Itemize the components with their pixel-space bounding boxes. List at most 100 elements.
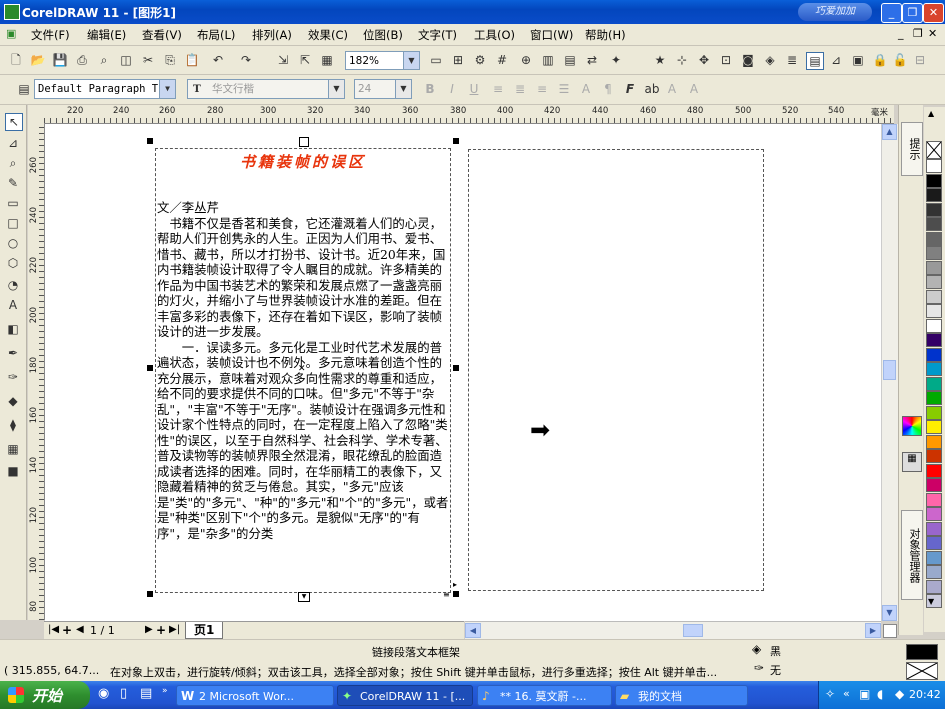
- drawing-canvas[interactable]: 书籍装帧的误区 文／李丛芹 书籍不仅是香茗和美食，它还灌溉着人们的心灵，帮助人们…: [45, 124, 881, 621]
- wizard-icon[interactable]: ✦: [608, 52, 624, 68]
- minimize-button[interactable]: _: [881, 3, 902, 23]
- color-swatch[interactable]: [926, 246, 942, 260]
- color-swatch[interactable]: [926, 275, 942, 289]
- color-swatch[interactable]: [926, 463, 942, 478]
- redo-icon[interactable]: ↷: [238, 52, 254, 68]
- blend-icon[interactable]: ◈: [762, 52, 778, 68]
- text-overflow-tab-icon[interactable]: ▼: [298, 592, 310, 602]
- favorites-icon[interactable]: ★: [652, 52, 668, 68]
- scroll-left-icon[interactable]: ◀: [465, 623, 481, 638]
- add-page-after-icon[interactable]: +: [156, 623, 166, 637]
- scroll-down-icon[interactable]: ▼: [882, 605, 897, 621]
- transform-icon[interactable]: ⇄: [584, 52, 600, 68]
- color-swatch[interactable]: [926, 507, 942, 521]
- color-swatch[interactable]: [926, 333, 942, 347]
- vertical-ruler[interactable]: 260 240 220 200 180 160 140 120 100 80: [28, 123, 45, 620]
- selection-handle[interactable]: [147, 138, 153, 144]
- document-icon[interactable]: ▣: [6, 27, 16, 40]
- color-swatch[interactable]: [926, 159, 942, 173]
- node-icon[interactable]: ⊿: [828, 52, 844, 68]
- grid-icon[interactable]: #: [494, 52, 510, 68]
- outline-tool-icon[interactable]: ✑: [5, 369, 21, 385]
- menu-help[interactable]: 帮助(H): [585, 27, 626, 43]
- color-swatch[interactable]: [926, 202, 942, 217]
- mdi-restore-icon[interactable]: ❐: [913, 27, 923, 40]
- basic-shapes-icon[interactable]: ◔: [5, 277, 21, 293]
- zoom-select[interactable]: 182% ▼: [345, 51, 420, 70]
- add-page-before-icon[interactable]: +: [62, 623, 72, 637]
- color-swatch[interactable]: [926, 449, 942, 463]
- horizontal-text-icon[interactable]: A: [686, 81, 702, 97]
- options-icon[interactable]: ⚙: [472, 52, 488, 68]
- start-button[interactable]: 开始: [0, 681, 90, 709]
- color-swatch[interactable]: [926, 565, 942, 579]
- volume-icon[interactable]: ◖: [877, 687, 883, 701]
- menu-file[interactable]: 文件(F): [31, 27, 70, 43]
- outline-swatch[interactable]: [906, 662, 938, 680]
- interactive-blend-icon[interactable]: ◧: [5, 321, 21, 337]
- publish-icon[interactable]: ◫: [118, 52, 134, 68]
- polygon-tool-icon[interactable]: ⬡: [5, 255, 21, 271]
- color-swatch[interactable]: [926, 550, 942, 565]
- pick-tool-icon[interactable]: ↖: [5, 113, 23, 131]
- page-tab[interactable]: 页1: [185, 622, 224, 639]
- mdi-close-icon[interactable]: ✕: [928, 27, 937, 40]
- selection-handle[interactable]: [453, 591, 459, 597]
- color-swatch[interactable]: [926, 420, 942, 434]
- bold-icon[interactable]: B: [422, 81, 438, 97]
- horizontal-scrollbar[interactable]: ◀ ▶: [465, 621, 881, 640]
- fill-tool-icon[interactable]: ◆: [5, 393, 21, 409]
- import-icon[interactable]: ⇲: [275, 52, 291, 68]
- font-select[interactable]: T 华文行楷 ▼: [187, 79, 345, 99]
- object-manager-icon[interactable]: ▣: [850, 52, 866, 68]
- style-select[interactable]: Default Paragraph T ▼: [34, 79, 176, 99]
- smart-fill-icon[interactable]: ▭: [5, 195, 21, 211]
- snap-icon[interactable]: ⊕: [518, 52, 534, 68]
- ruler-origin[interactable]: [28, 105, 45, 124]
- color-swatch[interactable]: [926, 217, 942, 231]
- text-tool-icon[interactable]: A: [5, 297, 21, 313]
- text-properties-icon[interactable]: ▤: [806, 52, 824, 70]
- top-tab-handle[interactable]: [299, 137, 309, 147]
- coreldraw-app-icon[interactable]: [4, 4, 20, 20]
- paste-icon[interactable]: 📋: [184, 52, 200, 68]
- menu-bitmaps[interactable]: 位图(B): [363, 27, 403, 43]
- unlock-icon[interactable]: 🔓: [892, 52, 908, 68]
- menu-tools[interactable]: 工具(O): [474, 27, 515, 43]
- taskbar-item-word[interactable]: W 2 Microsoft Wor...: [176, 685, 334, 706]
- print-icon[interactable]: ⎙: [74, 52, 90, 68]
- no-color-swatch[interactable]: [926, 141, 942, 159]
- close-button[interactable]: ✕: [923, 3, 944, 23]
- color-swatch[interactable]: [926, 231, 942, 246]
- taskbar-item-music[interactable]: ♪ ** 16. 莫文蔚 -...: [477, 685, 612, 706]
- security-icon[interactable]: ◆: [895, 687, 904, 701]
- open-icon[interactable]: 📂: [30, 52, 46, 68]
- color-swatch[interactable]: [926, 492, 942, 507]
- zoom-tool-icon[interactable]: ⌕: [5, 155, 21, 171]
- interactive-fill-icon[interactable]: ⧫: [5, 417, 21, 433]
- menu-edit[interactable]: 编辑(E): [87, 27, 126, 43]
- eyedropper-icon[interactable]: ✒: [5, 345, 21, 361]
- color-swatch[interactable]: [926, 434, 942, 449]
- palette-scroll-up-icon[interactable]: ▲: [928, 109, 934, 118]
- color-swatch[interactable]: [926, 260, 942, 275]
- paragraph-icon[interactable]: ¶: [600, 81, 616, 97]
- cut-icon[interactable]: ✂: [140, 52, 156, 68]
- text-frame-2[interactable]: [468, 149, 764, 591]
- copy-icon[interactable]: ⎘: [162, 52, 178, 68]
- vertical-text-icon[interactable]: A: [664, 81, 680, 97]
- color-swatch[interactable]: [926, 318, 942, 333]
- quicklaunch-more-icon[interactable]: »: [162, 686, 168, 696]
- print-preview-icon[interactable]: ⌕: [96, 52, 112, 68]
- menu-effects[interactable]: 效果(C): [308, 27, 348, 43]
- guidelines-icon[interactable]: ▥: [540, 52, 556, 68]
- palette-docker-icon[interactable]: ▦: [902, 452, 922, 472]
- rulers-icon[interactable]: ⊞: [450, 52, 466, 68]
- color-swatch[interactable]: [926, 188, 942, 202]
- color-swatch-icon[interactable]: ■: [5, 463, 21, 479]
- navigator-icon[interactable]: [883, 624, 897, 638]
- color-swatch[interactable]: [926, 521, 942, 536]
- next-page-icon[interactable]: ▶: [145, 624, 153, 635]
- prev-page-icon[interactable]: ◀: [76, 624, 84, 635]
- color-swatch[interactable]: [926, 579, 942, 594]
